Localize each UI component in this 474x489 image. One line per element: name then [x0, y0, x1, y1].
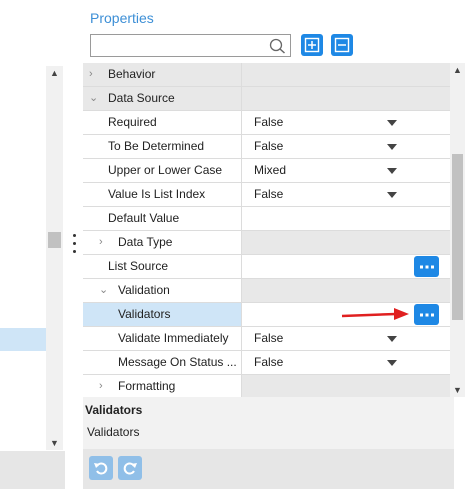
row-label: To Be Determined [108, 139, 205, 153]
description-title: Validators [85, 403, 143, 417]
row-label: List Source [108, 259, 169, 273]
row-label: Upper or Lower Case [108, 163, 223, 177]
dropdown-value[interactable]: False [242, 327, 454, 350]
scroll-up-icon[interactable]: ▲ [450, 63, 465, 77]
redo-button[interactable] [118, 456, 142, 480]
undo-button[interactable] [89, 456, 113, 480]
property-row-list-source[interactable]: List Source [83, 255, 454, 279]
chevron-down-icon[interactable]: ⌄ [89, 87, 98, 110]
scroll-up-icon[interactable]: ▲ [46, 66, 63, 80]
dropdown-value[interactable]: False [242, 351, 454, 374]
chevron-right-icon[interactable]: › [89, 63, 93, 86]
property-row-required[interactable]: Required False [83, 111, 454, 135]
left-scroll-thumb[interactable] [48, 232, 61, 248]
left-footer [0, 451, 65, 489]
ellipsis-icon [420, 265, 434, 269]
chevron-right-icon[interactable]: › [99, 231, 103, 254]
ellipsis-icon [420, 313, 434, 317]
left-panel: ▲ ▼ [0, 0, 65, 489]
row-label: Behavior [108, 67, 156, 81]
property-row-validate-immediately[interactable]: Validate Immediately False [83, 327, 454, 351]
row-label: Message On Status ... [118, 355, 237, 369]
row-label: Data Type [118, 235, 173, 249]
search-input[interactable] [90, 34, 291, 57]
dropdown-value[interactable]: False [242, 111, 454, 134]
chevron-down-icon[interactable] [387, 144, 397, 150]
grid-scrollbar[interactable]: ▲ ▼ [450, 63, 465, 397]
row-label: Data Source [108, 91, 175, 105]
chevron-right-icon[interactable]: › [99, 375, 103, 397]
dropdown-value[interactable]: False [242, 135, 454, 158]
row-label: Required [108, 115, 157, 129]
chevron-down-icon[interactable] [387, 360, 397, 366]
row-label: Validation [118, 283, 170, 297]
properties-title: Properties [90, 10, 154, 26]
group-row-formatting[interactable]: › Formatting [83, 375, 454, 397]
group-row-data-type[interactable]: › Data Type [83, 231, 454, 255]
left-selected-item[interactable] [0, 328, 46, 351]
chevron-down-icon[interactable] [387, 168, 397, 174]
chevron-down-icon[interactable] [387, 120, 397, 126]
property-row-message-on-status[interactable]: Message On Status ... False [83, 351, 454, 375]
scroll-down-icon[interactable]: ▼ [450, 383, 465, 397]
expand-all-button[interactable] [301, 34, 323, 56]
minus-square-icon [334, 37, 350, 53]
property-row-default-value[interactable]: Default Value [83, 207, 454, 231]
list-source-ellipsis-button[interactable] [414, 256, 439, 277]
description-text: Validators [87, 425, 140, 439]
row-label: Value Is List Index [108, 187, 206, 201]
annotation-arrow-icon [341, 308, 409, 320]
validators-ellipsis-button[interactable] [414, 304, 439, 325]
chevron-down-icon[interactable] [387, 192, 397, 198]
group-row-data-source[interactable]: ⌄ Data Source [83, 87, 454, 111]
row-label: Validators [118, 307, 171, 321]
collapse-all-button[interactable] [331, 34, 353, 56]
bottom-toolbar [83, 449, 454, 489]
property-row-value-is-list-index[interactable]: Value Is List Index False [83, 183, 454, 207]
row-label: Formatting [118, 379, 176, 393]
search-icon[interactable] [268, 38, 286, 54]
chevron-down-icon[interactable] [387, 336, 397, 342]
splitter-handle-icon[interactable] [72, 234, 78, 256]
description-panel: Validators Validators [83, 397, 454, 449]
plus-square-icon [304, 37, 320, 53]
property-row-to-be-determined[interactable]: To Be Determined False [83, 135, 454, 159]
property-grid: › Behavior ⌄ Data Source Required False … [83, 63, 454, 397]
text-value[interactable] [242, 207, 454, 230]
grid-scroll-thumb[interactable] [452, 154, 463, 320]
chevron-down-icon[interactable]: ⌄ [99, 279, 108, 302]
redo-icon [123, 462, 137, 475]
group-row-validation[interactable]: ⌄ Validation [83, 279, 454, 303]
property-row-upper-or-lower-case[interactable]: Upper or Lower Case Mixed [83, 159, 454, 183]
row-label: Validate Immediately [118, 331, 229, 345]
scroll-down-icon[interactable]: ▼ [46, 436, 63, 450]
dropdown-value[interactable]: False [242, 183, 454, 206]
undo-icon [94, 462, 108, 475]
group-row-behavior[interactable]: › Behavior [83, 63, 454, 87]
left-scrollbar[interactable]: ▲ ▼ [46, 66, 63, 450]
row-label: Default Value [108, 211, 180, 225]
dropdown-value[interactable]: Mixed [242, 159, 454, 182]
